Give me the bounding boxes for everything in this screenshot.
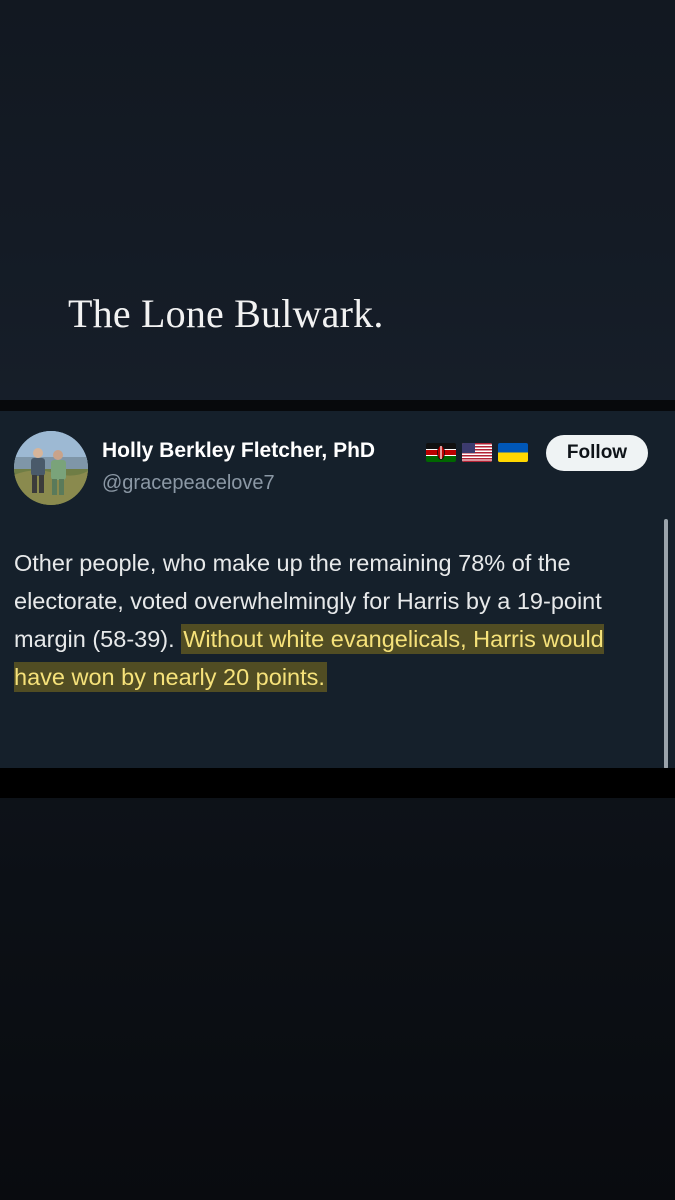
divider-band-bottom: [0, 768, 675, 798]
tweet-card: Holly Berkley Fletcher, PhD @gracepeacel…: [0, 411, 675, 769]
tweet-text: Other people, who make up the remaining …: [14, 544, 654, 696]
avatar[interactable]: [14, 431, 88, 505]
scrollbar[interactable]: [664, 519, 668, 769]
kenya-flag-icon: [426, 443, 456, 462]
divider-band: [0, 400, 675, 411]
avatar-photo: [14, 431, 88, 505]
follow-button[interactable]: Follow: [546, 435, 648, 471]
author-flags: [426, 443, 528, 462]
story-title: The Lone Bulwark.: [68, 291, 384, 336]
screenshot-page: The Lone Bulwark. Holly Berkley Fletcher…: [0, 0, 675, 1200]
author-name[interactable]: Holly Berkley Fletcher, PhD: [102, 439, 375, 463]
usa-flag-icon: [462, 443, 492, 462]
story-background: The Lone Bulwark.: [0, 0, 675, 400]
ukraine-flag-icon: [498, 443, 528, 462]
author-handle[interactable]: @gracepeacelove7: [102, 472, 275, 495]
